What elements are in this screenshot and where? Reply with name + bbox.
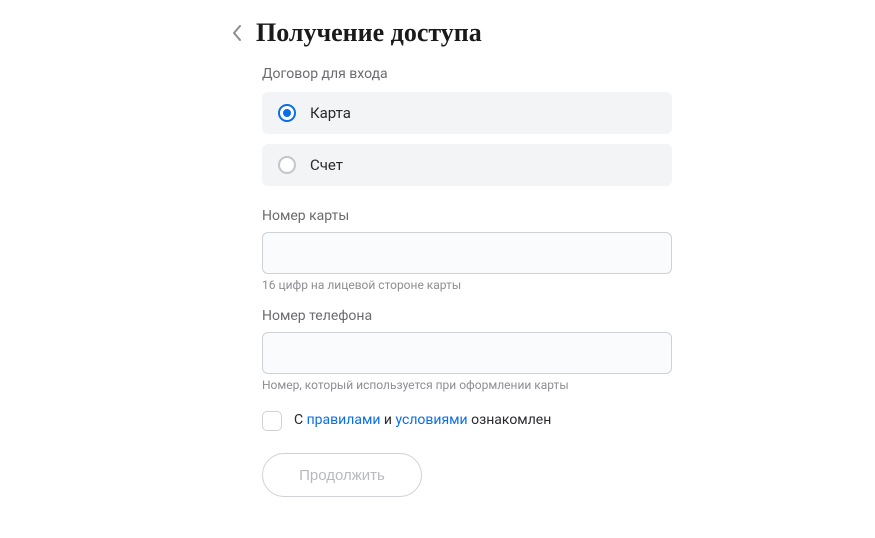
phone-label: Номер телефона [262, 308, 672, 324]
radio-icon-selected [278, 104, 296, 122]
page-title: Получение доступа [256, 18, 482, 48]
terms-link[interactable]: условиями [395, 412, 467, 428]
radio-label-account: Счет [310, 156, 343, 174]
radio-option-card[interactable]: Карта [262, 92, 672, 134]
back-icon[interactable] [232, 25, 242, 41]
continue-button-label: Продолжить [299, 467, 385, 484]
card-number-hint: 16 цифр на лицевой стороне карты [262, 278, 672, 292]
contract-radio-group: Карта Счет [262, 92, 672, 186]
phone-input[interactable] [262, 332, 672, 374]
radio-option-account[interactable]: Счет [262, 144, 672, 186]
agreement-prefix: С [294, 412, 307, 428]
continue-button[interactable]: Продолжить [262, 453, 422, 497]
contract-section-label: Договор для входа [262, 66, 672, 82]
agreement-suffix: ознакомлен [468, 412, 552, 428]
agreement-text: С правилами и условиями ознакомлен [294, 410, 551, 430]
phone-hint: Номер, который используется при оформлен… [262, 378, 672, 392]
agreement-mid: и [380, 412, 395, 428]
card-number-label: Номер карты [262, 208, 672, 224]
rules-link[interactable]: правилами [307, 412, 381, 428]
card-number-input[interactable] [262, 232, 672, 274]
radio-label-card: Карта [310, 104, 351, 122]
radio-icon-unselected [278, 156, 296, 174]
agreement-checkbox[interactable] [262, 411, 282, 431]
